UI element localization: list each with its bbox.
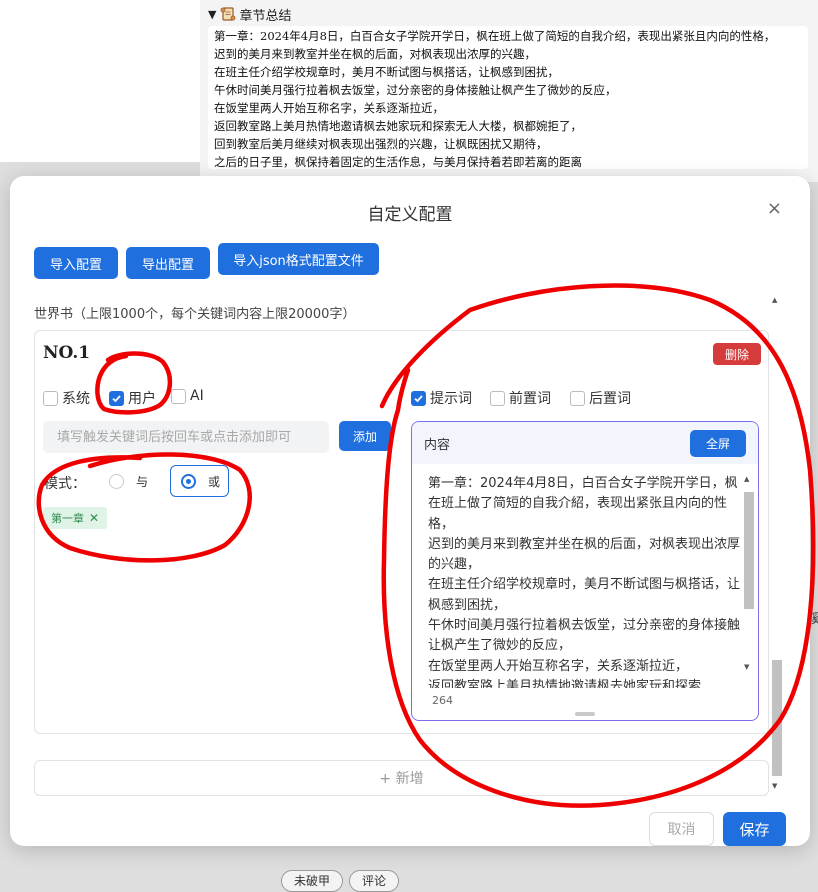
- content-textarea[interactable]: 第一章：2024年4月8日，白百合女子学院开学日，枫在班上做了简短的自我介紹，表…: [428, 474, 742, 688]
- checkbox-box[interactable]: [171, 388, 186, 404]
- chapter-summary-text: 第一章：2024年4月8日，白百合女子学院开学日，枫在班上做了简短的自我介绍，表…: [208, 26, 808, 169]
- checkbox-system[interactable]: 系统: [43, 388, 90, 408]
- delete-entry-button[interactable]: 删除: [713, 343, 761, 365]
- dialog-title: 自定义配置: [367, 205, 453, 225]
- fullscreen-button[interactable]: 全屏: [690, 429, 746, 457]
- summary-line: 回到教室后美月继续对枫表现出强烈的兴趣，让枫既困扰又期待，: [214, 137, 548, 151]
- scrollbar-thumb[interactable]: [744, 492, 754, 609]
- unbroken-button[interactable]: 未破甲: [281, 870, 344, 892]
- checkbox-label: 用户: [128, 391, 156, 407]
- scroll-down-icon[interactable]: ▼: [744, 663, 749, 671]
- checkbox-ai[interactable]: AI: [171, 388, 204, 404]
- content-label: 内容: [424, 437, 451, 453]
- mode-or-option[interactable]: 或: [170, 465, 229, 497]
- mode-and-label: 与: [136, 474, 149, 489]
- summary-line: 第一章：2024年4月8日，白百合女子学院开学日，枫在班上做了简短的自我介绍，表…: [214, 29, 776, 43]
- checkbox-box-checked[interactable]: [411, 390, 426, 406]
- add-keyword-button[interactable]: 添加: [339, 421, 391, 451]
- checkbox-suffix[interactable]: 后置词: [570, 388, 631, 408]
- add-entry-button[interactable]: + 新增: [34, 760, 769, 796]
- checkbox-label: 前置词: [509, 391, 551, 407]
- scroll-up-icon[interactable]: ▲: [772, 296, 777, 304]
- chapter-summary-title: 章节总结: [239, 8, 292, 24]
- checkbox-box[interactable]: [43, 390, 58, 406]
- content-editor: 内容 全屏 第一章：2024年4月8日，白百合女子学院开学日，枫在班上做了简短的…: [411, 421, 759, 721]
- scroll-up-icon[interactable]: ▲: [744, 475, 749, 483]
- chapter-summary-header[interactable]: ▼ 章节总结: [208, 4, 810, 24]
- checkbox-label: 后置词: [589, 391, 631, 407]
- page-background-top: [0, 0, 200, 162]
- content-header: 内容 全屏: [412, 422, 758, 464]
- custom-config-dialog: 自定义配置 × 导入配置 导出配置 导入json格式配置文件 世界书（上限100…: [10, 176, 810, 846]
- worldbook-label: 世界书（上限1000个，每个关键词内容上限20000字）: [34, 307, 356, 322]
- summary-line: 迟到的美月来到教室并坐在枫的后面，对枫表现出浓厚的兴趣，: [214, 47, 536, 61]
- checkbox-label: 系统: [62, 391, 90, 407]
- radio-selected-icon[interactable]: [181, 473, 196, 489]
- resize-handle[interactable]: [575, 712, 595, 716]
- remove-tag-icon[interactable]: ✕: [89, 511, 99, 525]
- scroll-down-icon[interactable]: ▼: [772, 782, 777, 790]
- checkbox-prompt[interactable]: 提示词: [411, 388, 472, 408]
- comment-button[interactable]: 评论: [349, 870, 400, 892]
- summary-line: 在班主任介绍学校规章时，美月不断试图与枫搭话，让枫感到困扰，: [214, 65, 559, 79]
- summary-line: 午休时间美月强行拉着枫去饭堂，过分亲密的身体接触让枫产生了微妙的反应，: [214, 83, 617, 97]
- mode-label: 模式：: [44, 476, 86, 492]
- cancel-button[interactable]: 取消: [649, 812, 714, 846]
- char-count: 264: [432, 694, 453, 707]
- export-config-button[interactable]: 导出配置: [126, 247, 210, 279]
- checkbox-user[interactable]: 用户: [109, 388, 156, 408]
- summary-line: 之后的日子里，枫保持着固定的生活作息，与美月保持着若即若离的距离: [214, 155, 582, 169]
- chapter-summary-panel: ▼ 章节总结 第一章：2024年4月8日，白百合女子学院开学日，枫在班上做了简短…: [200, 0, 818, 182]
- close-icon[interactable]: ×: [767, 200, 782, 218]
- checkbox-label: 提示词: [430, 391, 472, 407]
- checkbox-prefix[interactable]: 前置词: [490, 388, 551, 408]
- import-json-button[interactable]: 导入json格式配置文件: [218, 243, 379, 275]
- summary-line: 返回教室路上美月热情地邀请枫去她家玩和探索无人大楼，枫都婉拒了，: [214, 119, 582, 133]
- mode-or-label: 或: [208, 474, 221, 489]
- keyword-input[interactable]: [43, 421, 329, 453]
- checkbox-box-checked[interactable]: [109, 390, 124, 406]
- import-config-button[interactable]: 导入配置: [34, 247, 118, 279]
- worldbook-entry: NO.1 删除 系统 用户 AI 提示词 前置词 后置词 填写触发关键词后按回车…: [34, 330, 769, 734]
- radio-icon[interactable]: [109, 473, 124, 489]
- scroll-icon: [220, 6, 236, 22]
- keyword-tag: 第一章 ✕: [43, 507, 108, 529]
- scrollbar-thumb[interactable]: [772, 660, 782, 776]
- save-button[interactable]: 保存: [723, 812, 786, 846]
- entry-number: NO.1: [43, 343, 91, 363]
- keyword-tag-label: 第一章: [51, 512, 84, 525]
- summary-line: 在饭堂里两人开始互称名字，关系逐渐拉近，: [214, 101, 444, 115]
- checkbox-box[interactable]: [490, 390, 505, 406]
- dialog-scrollbar[interactable]: ▲ ▼: [770, 294, 784, 794]
- checkbox-box[interactable]: [570, 390, 585, 406]
- expand-triangle-icon[interactable]: ▼: [208, 8, 216, 21]
- mode-and-option[interactable]: 与: [99, 465, 159, 497]
- checkbox-label: AI: [190, 388, 204, 404]
- content-scrollbar[interactable]: ▲ ▼: [743, 474, 755, 674]
